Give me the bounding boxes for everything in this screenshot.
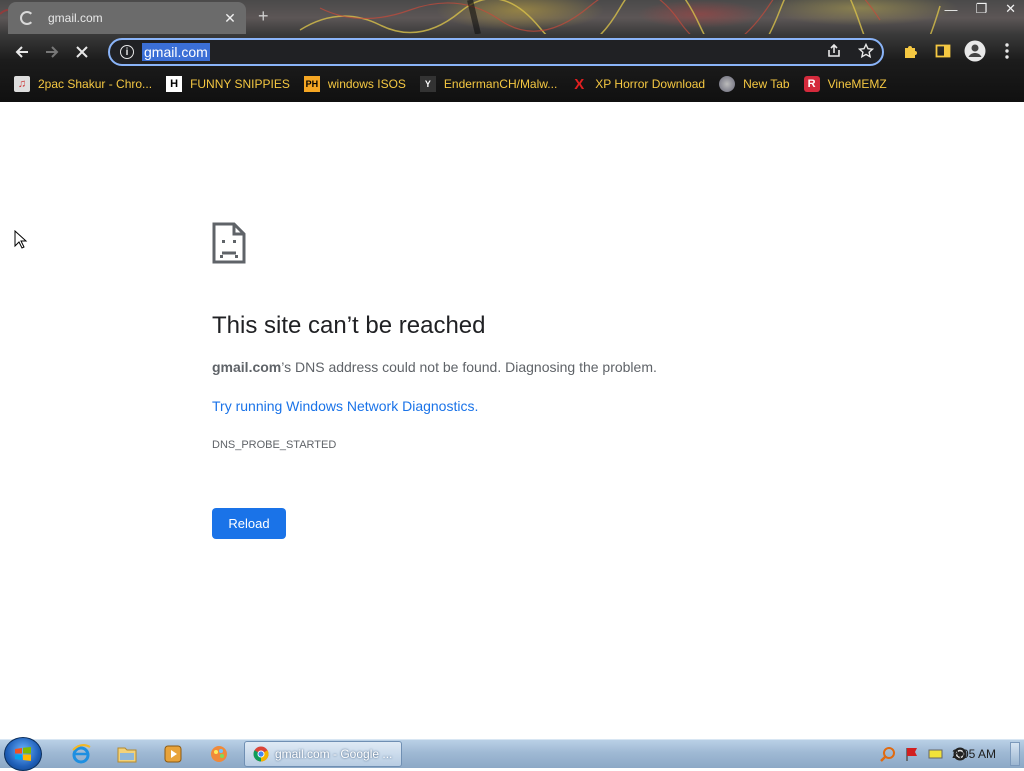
sad-document-icon xyxy=(212,222,246,264)
taskbar-window-label: gmail.com - Google ... xyxy=(275,747,393,761)
taskbar-ie[interactable] xyxy=(68,742,94,766)
tab-strip: gmail.com ✕ + — ❐ ✕ xyxy=(0,0,1024,34)
globe-icon xyxy=(719,76,736,92)
bookmarks-bar: ♫ 2pac Shakur - Chro... H FUNNY SNIPPIES… xyxy=(0,70,1024,98)
arrow-right-icon xyxy=(46,46,59,58)
taskbar-explorer[interactable] xyxy=(114,742,140,766)
bookmark-label: EndermanCH/Malw... xyxy=(443,77,558,91)
bookmark-label: XP Horror Download xyxy=(595,77,706,91)
browser-chrome: gmail.com ✕ + — ❐ ✕ i gmail.com ♫ 2pac S… xyxy=(0,0,1024,102)
profile-button[interactable] xyxy=(964,38,986,64)
tab-close-icon[interactable]: ✕ xyxy=(222,10,238,27)
error-title: This site can’t be reached xyxy=(212,312,486,339)
bookmark-item[interactable]: X XP Horror Download xyxy=(571,75,706,93)
search-tray-icon[interactable] xyxy=(880,746,896,762)
bookmark-item[interactable]: Y EndermanCH/Malw... xyxy=(419,76,558,92)
chrome-icon xyxy=(253,746,269,762)
bookmark-label: 2pac Shakur - Chro... xyxy=(38,77,153,91)
side-panel-icon xyxy=(935,44,951,58)
avatar-icon xyxy=(964,40,986,62)
stop-loading-button[interactable] xyxy=(67,37,97,67)
taskbar-chrome-window[interactable]: gmail.com - Google ... xyxy=(244,741,402,767)
error-description-text: ’s DNS address could not be found. Diagn… xyxy=(281,359,657,375)
stop-icon xyxy=(76,46,88,58)
close-window-icon[interactable]: ✕ xyxy=(1005,1,1016,17)
bookmark-item[interactable]: H FUNNY SNIPPIES xyxy=(166,76,290,92)
url-text[interactable]: gmail.com xyxy=(142,43,210,61)
h-icon: H xyxy=(166,76,183,92)
ph-icon: PH xyxy=(303,76,320,92)
x-icon: X xyxy=(574,75,585,93)
minimize-icon[interactable]: — xyxy=(944,2,957,17)
windows-logo-icon xyxy=(15,747,31,761)
battery-icon[interactable] xyxy=(928,746,944,762)
bookmark-item[interactable]: New Tab xyxy=(719,76,790,92)
bookmark-item[interactable]: R VineMEMZ xyxy=(803,76,887,92)
bookmark-label: FUNNY SNIPPIES xyxy=(190,77,290,91)
bookmark-item[interactable]: ♫ 2pac Shakur - Chro... xyxy=(14,76,152,92)
paint-icon xyxy=(211,746,227,762)
maximize-icon[interactable]: ❐ xyxy=(975,1,987,17)
tab-title: gmail.com xyxy=(48,11,103,25)
side-panel-button[interactable] xyxy=(932,38,954,64)
bookmark-label: VineMEMZ xyxy=(827,77,887,91)
reload-button[interactable]: Reload xyxy=(212,508,286,539)
extensions-button[interactable] xyxy=(900,38,922,64)
toolbar: i gmail.com xyxy=(0,34,1024,70)
address-bar[interactable]: i gmail.com xyxy=(108,38,884,66)
taskbar-media-player[interactable] xyxy=(160,742,186,766)
menu-button[interactable] xyxy=(996,38,1018,64)
r-icon: R xyxy=(803,76,820,92)
bookmark-label: windows ISOS xyxy=(327,77,406,91)
site-info-icon[interactable]: i xyxy=(120,45,134,59)
tab-active[interactable]: gmail.com ✕ xyxy=(8,2,246,34)
error-code: DNS_PROBE_STARTED xyxy=(212,439,337,451)
share-icon[interactable] xyxy=(826,43,842,59)
arrow-left-icon xyxy=(15,46,28,58)
show-desktop-button[interactable] xyxy=(1010,742,1020,766)
back-button[interactable] xyxy=(7,37,37,67)
folder-icon xyxy=(117,747,137,763)
internet-explorer-icon xyxy=(72,744,91,764)
window-controls: — ❐ ✕ xyxy=(944,0,1016,18)
clock[interactable]: 2:05 AM xyxy=(952,747,996,761)
y-icon: Y xyxy=(419,76,436,92)
network-diagnostics-link[interactable]: Try running Windows Network Diagnostics. xyxy=(212,398,478,414)
loading-spinner-icon xyxy=(20,11,34,25)
music-icon: ♫ xyxy=(14,76,30,92)
start-button[interactable] xyxy=(4,737,42,771)
bookmark-label: New Tab xyxy=(743,77,790,91)
error-host: gmail.com xyxy=(212,359,282,375)
taskbar-paint[interactable] xyxy=(206,742,232,766)
bookmark-star-icon[interactable] xyxy=(858,43,874,59)
media-player-icon xyxy=(164,745,182,763)
error-description: gmail.com’s DNS address could not be fou… xyxy=(212,359,657,375)
action-center-flag-icon[interactable] xyxy=(904,746,920,762)
forward-button[interactable] xyxy=(37,37,67,67)
bookmark-item[interactable]: PH windows ISOS xyxy=(303,76,406,92)
puzzle-icon xyxy=(905,46,917,58)
error-page: This site can’t be reached gmail.com’s D… xyxy=(0,102,1024,739)
windows-taskbar: gmail.com - Google ... 2:05 AM xyxy=(0,737,1024,771)
toolbar-right xyxy=(900,38,1018,64)
kebab-menu-icon xyxy=(1005,43,1009,59)
mouse-pointer-icon xyxy=(14,230,28,249)
new-tab-button[interactable]: + xyxy=(258,6,269,27)
